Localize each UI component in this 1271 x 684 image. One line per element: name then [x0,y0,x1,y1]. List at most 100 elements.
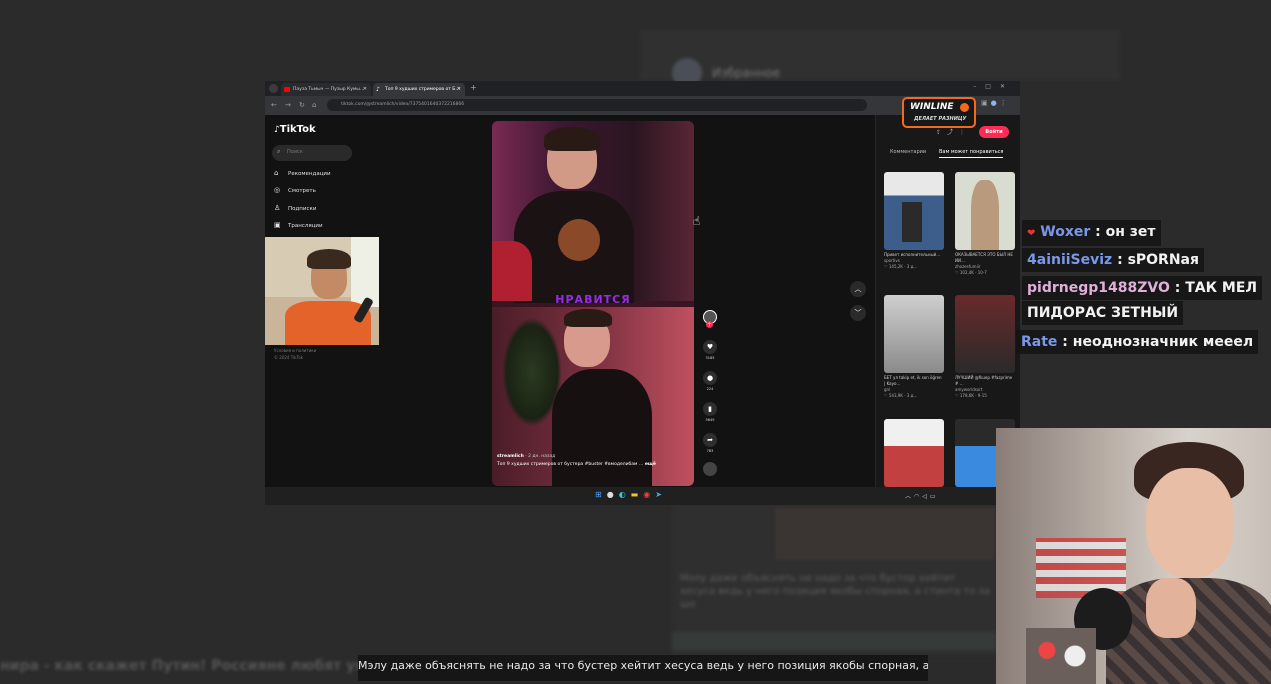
video-top-scene [492,121,694,303]
windows-start-icon[interactable]: ⊞ [595,490,607,499]
system-tray: ︿◠◁▭ [905,491,939,500]
profile-icon[interactable]: ● [991,99,1000,107]
thumb-caption: ЛУЧШИЙ @fkuep #fazprime # … [955,375,1013,386]
tiktok-favicon-icon: ♪ [376,86,380,93]
sidebar-item-label: Смотреть [288,188,316,194]
chat-username[interactable]: Rate [1021,334,1057,350]
sidebar-item-label: Подписки [288,206,317,212]
recommended-video-1[interactable] [884,172,944,250]
browser-tab-1[interactable]: Пауза Тьмыч — Пузыр Кумы… ✕ [281,83,371,96]
taskbar-icons: ⊞●◐▬◉➤ [595,490,667,499]
chevron-down-icon: ﹀ [854,309,862,317]
video-date: · 2 дн. назад [525,454,556,459]
sponsor-badge: WINLINE ДЕЛАЕТ РАЗНИЦУ [902,97,976,128]
search-placeholder: Поиск [287,149,303,155]
browser-menu-icon[interactable] [269,84,278,93]
windows-taskbar: ⊞●◐▬◉➤ ︿◠◁▭ [265,487,1020,505]
video-player[interactable]: НРАВИТСЯ streamlich · 2 дн. назад Топ 9 … [492,121,694,486]
login-button[interactable]: Войти [979,126,1009,138]
close-tab-icon[interactable]: ✕ [457,83,461,96]
sidebar-item-live[interactable]: ▣ Трансляции [274,220,323,230]
chevron-up-icon: ︿ [854,285,862,293]
bookmark-button[interactable]: ▮ [703,402,717,416]
more-icon[interactable]: ⋮ [959,129,971,136]
browser-tab-label: Пауза Тьмыч — Пузыр Кумы… [293,87,365,92]
sidebar-item-following[interactable]: ♙ Подписки [274,203,316,213]
footer-terms[interactable]: Условия и политики [274,347,316,354]
video-author[interactable]: streamlich [497,454,524,459]
browser-more-icon[interactable]: ⋮ [1000,99,1010,107]
background-messenger-header: Избранное [640,30,1120,88]
browser-tab-2[interactable]: ♪ Топ 9 худших стримеров от Б… ✕ [373,83,465,96]
taskbar-search-icon[interactable]: ● [607,490,619,499]
tiktok-footer: Условия и политики © 2024 TikTok [274,347,316,361]
chat-text: sPORNая [1127,252,1199,268]
recommended-video-5[interactable] [884,419,944,487]
heart-icon: ♥ [706,343,714,351]
tiktok-logo[interactable]: ♪TikTok [274,124,316,135]
share-page-icon[interactable]: ⤴ [947,129,959,136]
share-count: 783 [706,449,714,453]
action-rail: + ♥ 3185 ● 224 ▮ 5649 ➦ 783 [702,310,718,480]
background-blur-message: Мэлу даже объяснять не надо за что бусте… [680,573,990,610]
webcam-figurines [1026,628,1096,684]
battery-icon[interactable]: ▭ [930,493,939,500]
volume-icon[interactable]: ◁ [922,493,930,500]
user-icon: ♙ [274,204,281,212]
news-ticker: нира - как скажет Путин! Россияне любят … [0,658,360,674]
share-button[interactable]: ➦ [703,433,717,447]
thumb-stats: ♡ 102,4K · 10-7 [955,270,987,275]
chrome-icon[interactable]: ◉ [643,490,655,499]
recommended-video-4[interactable] [955,295,1015,373]
chat-username[interactable]: pidrnegp1488ZVO [1027,280,1170,296]
telegram-icon[interactable]: ➤ [655,490,667,499]
stream-chat: ❤ Woxer : он зет 4ainiiSeviz : sPORNая p… [1016,212,1271,362]
music-disc-icon[interactable] [703,462,717,476]
recommended-video-2[interactable] [955,172,1015,250]
tiktok-page: ♪TikTok ⌕ Поиск ⌂ Рекомендации ◎ Смотреть … [265,115,1020,487]
extension-icons: ▣●⋮ [981,99,1010,107]
forward-icon[interactable]: → [285,100,291,110]
tab-comments[interactable]: Комментарии [890,149,926,155]
search-icon: ⌕ [277,148,281,155]
like-count: 3185 [705,356,715,360]
chat-username[interactable]: 4ainiiSeviz [1027,252,1112,268]
minimize-icon[interactable]: – [973,83,985,90]
next-video-button[interactable]: ﹀ [850,305,866,321]
explorer-icon[interactable]: ▬ [631,490,644,499]
reload-icon[interactable]: ↻ [299,100,305,110]
recommended-caption-3: БЕТ ул takip et, ik son öğren | Kayo… gnl… [884,375,944,399]
sidebar-item-recommendations[interactable]: ⌂ Рекомендации [274,168,331,178]
back-icon[interactable]: ← [271,100,277,110]
background-input-bar [672,632,997,650]
upload-icon[interactable]: ⇪ [936,129,947,136]
streamer-webcam [996,428,1271,684]
tray-chevron-icon[interactable]: ︿ [905,493,914,500]
edge-icon[interactable]: ◐ [619,490,631,499]
tab-recommended[interactable]: Вам может понравиться [939,149,1004,158]
home-nav-icon[interactable]: ⌂ [312,100,316,110]
new-tab-icon[interactable]: + [470,83,477,92]
url-field[interactable]: tiktok.com/@streamlich/video/73754016403… [327,99,867,111]
youtube-favicon-icon [284,87,290,92]
subtitle-bar: Мэлу даже объяснять не надо за что бусте… [358,655,928,681]
close-window-icon[interactable]: ✕ [1000,83,1014,90]
close-tab-icon[interactable]: ✕ [363,83,367,96]
url-text: tiktok.com/@streamlich/video/73754016403… [341,102,465,107]
maximize-icon[interactable]: □ [985,83,1000,90]
recommended-caption-2: ОКАЗЫВАЕТСЯ ЭТО БЫЛ НЕ ИИ… zhozesfumiir ♡ … [955,252,1015,276]
chat-message: 4ainiiSeviz : sPORNая [1022,248,1204,272]
video-more-link[interactable]: ещё [645,462,656,467]
tiktok-search-input[interactable]: ⌕ Поиск [272,145,352,161]
previous-video-button[interactable]: ︿ [850,281,866,297]
screen-capture: Пауза Тьмыч — Пузыр Кумы… ✕ ♪ Топ 9 худш… [265,81,1020,505]
chat-username[interactable]: Woxer [1040,224,1090,240]
sidebar-item-explore[interactable]: ◎ Смотреть [274,185,316,195]
recommended-video-3[interactable] [884,295,944,373]
sidebar-item-label: Трансляции [288,223,323,229]
like-button[interactable]: ♥ [703,340,717,354]
extensions-icon[interactable]: ▣ [981,99,991,107]
comment-button[interactable]: ● [703,371,717,385]
recommended-caption-4: ЛУЧШИЙ @fkuep #fazprime # … amyworldsort ♡… [955,375,1015,399]
follow-plus-icon[interactable]: + [706,321,713,328]
